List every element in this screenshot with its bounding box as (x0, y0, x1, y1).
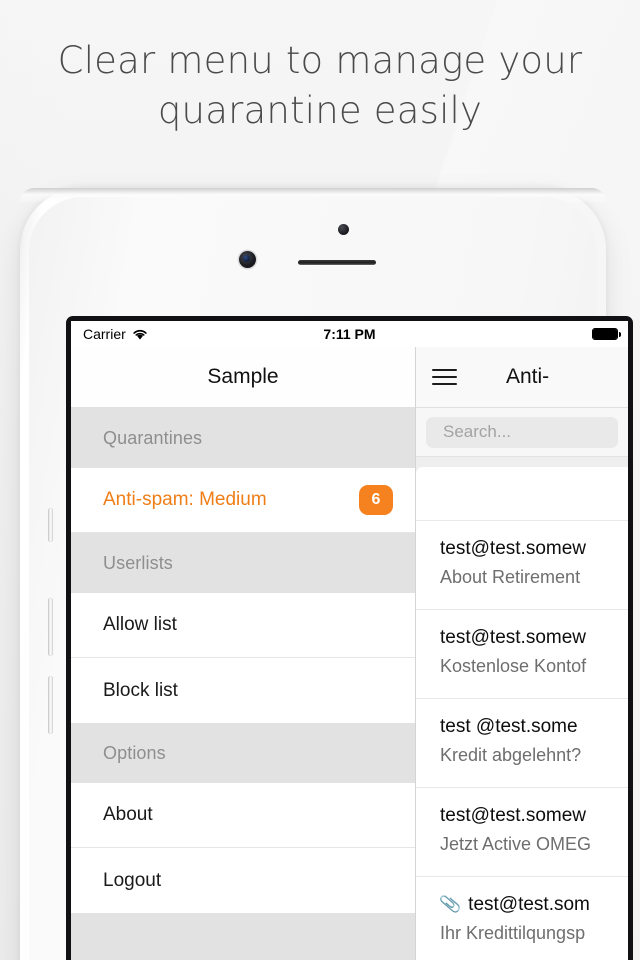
sidebar-menu-pane: Sample Quarantines Anti-spam: Medium 6 U… (71, 347, 416, 960)
sidebar-item-label: Logout (103, 869, 162, 891)
content-title: Anti- (506, 365, 550, 388)
promo-screenshot: Clear menu to manage your quarantine eas… (0, 0, 640, 960)
hamburger-menu-icon[interactable] (432, 368, 457, 386)
message-list-pane: Anti- Search... test@test.somew About Re… (416, 347, 628, 960)
earpiece-speaker-icon (298, 260, 376, 265)
promo-headline: Clear menu to manage your quarantine eas… (57, 39, 583, 132)
list-item[interactable]: test @test.some Kredit abgelehnt? (416, 699, 628, 788)
list-item[interactable]: test@test.somew Jetzt Active OMEG (416, 788, 628, 877)
screen-bezel: Carrier 7:11 PM Sample Quarantines Anti-… (66, 316, 633, 960)
message-sender: test@test.somew (440, 805, 586, 826)
message-sender: test @test.some (440, 716, 578, 737)
status-bar-right (592, 328, 621, 340)
sidebar-menu-list: Quarantines Anti-spam: Medium 6 Userlist… (71, 408, 415, 960)
search-input[interactable]: Search... (426, 416, 618, 448)
split-view: Sample Quarantines Anti-spam: Medium 6 U… (71, 347, 628, 960)
sidebar-item-anti-spam[interactable]: Anti-spam: Medium 6 (71, 468, 415, 533)
message-sender-with-attachment: 📎 test@test.som (438, 893, 628, 916)
front-camera-icon (239, 251, 256, 268)
battery-full-icon (592, 328, 621, 340)
list-item[interactable]: test@test.somew Kostenlose Kontof (416, 610, 628, 699)
message-subject: Kredit abgelehnt? (440, 745, 582, 765)
section-header-userlists: Userlists (71, 533, 415, 593)
section-header-options: Options (71, 723, 415, 783)
phone-screen: Carrier 7:11 PM Sample Quarantines Anti-… (71, 321, 628, 960)
volume-up-button[interactable] (48, 598, 53, 656)
search-bar: Search... (416, 408, 628, 457)
silent-switch-button[interactable] (48, 508, 53, 542)
message-list-card: test@test.somew About Retirement test@te… (416, 467, 628, 960)
message-list[interactable]: test@test.somew About Retirement test@te… (416, 457, 628, 960)
section-header-quarantines: Quarantines (71, 408, 415, 468)
sidebar-item-label: Block list (103, 679, 178, 701)
page-title: Sample (207, 365, 279, 388)
message-subject: Ihr Kredittilqungsp (440, 923, 586, 943)
sidebar-item-about[interactable]: About (71, 783, 415, 848)
sidebar-item-allow-list[interactable]: Allow list (71, 593, 415, 658)
sidebar-item-label: About (103, 804, 153, 825)
sidebar-item-logout[interactable]: Logout (71, 848, 415, 913)
message-sender: test@test.somew (440, 627, 586, 648)
list-top-spacer (416, 467, 628, 521)
status-bar-time: 7:11 PM (323, 326, 376, 342)
message-subject: Jetzt Active OMEG (440, 834, 592, 854)
volume-down-button[interactable] (48, 676, 53, 734)
message-subject: About Retirement (440, 567, 581, 587)
message-sender: test@test.som (468, 894, 590, 915)
status-badge: 6 (359, 485, 393, 515)
sidebar-item-label: Anti-spam: Medium (103, 489, 267, 510)
proximity-sensor-icon (338, 224, 349, 235)
sidebar-item-block-list[interactable]: Block list (71, 658, 415, 723)
sidebar-item-label: Allow list (103, 614, 177, 635)
phone-device-frame: Carrier 7:11 PM Sample Quarantines Anti-… (20, 188, 633, 960)
list-item[interactable]: test@test.somew About Retirement (416, 521, 628, 610)
status-bar: Carrier 7:11 PM (71, 321, 628, 347)
content-navbar: Anti- (416, 347, 628, 408)
message-sender: test@test.somew (440, 538, 586, 559)
paperclip-icon: 📎 (438, 893, 463, 916)
sidebar-navbar: Sample (71, 347, 415, 408)
message-subject: Kostenlose Kontof (440, 656, 587, 676)
list-item[interactable]: 📎 test@test.som Ihr Kredittilqungsp (416, 877, 628, 960)
